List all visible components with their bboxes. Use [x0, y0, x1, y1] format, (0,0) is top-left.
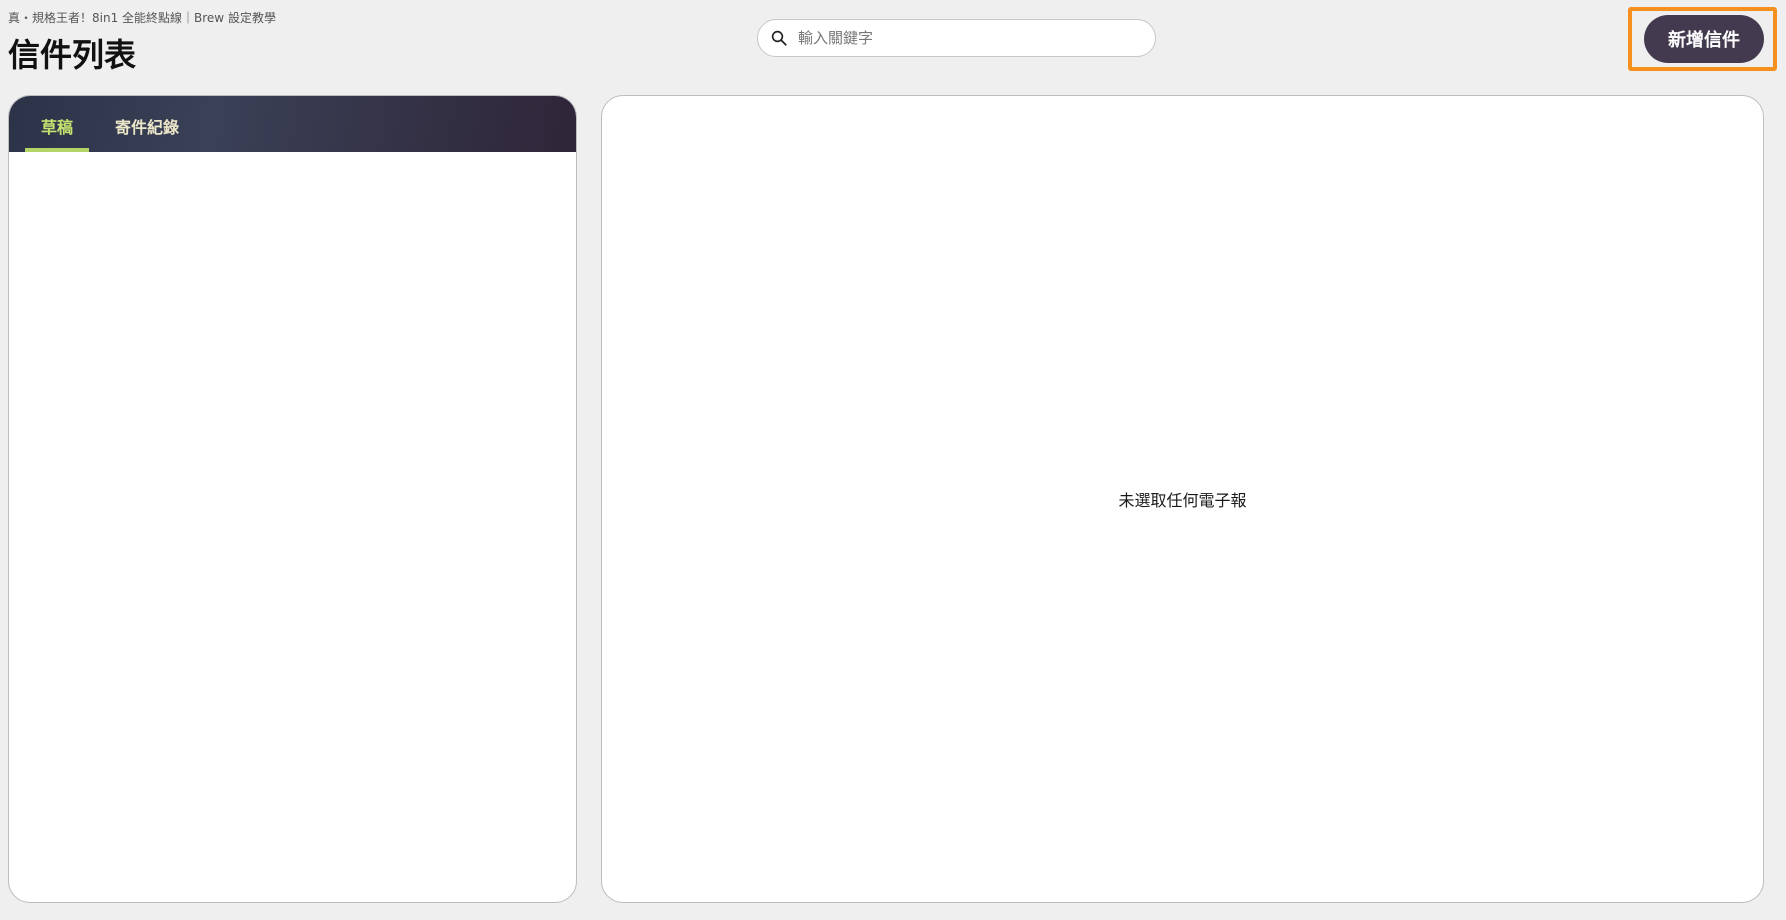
tab-sent-history[interactable]: 寄件紀錄: [97, 96, 197, 152]
search-icon: [771, 30, 787, 46]
tab-bar: 草稿 寄件紀錄: [9, 96, 576, 152]
mail-list-body: [9, 152, 576, 902]
empty-state-message: 未選取任何電子報: [1118, 491, 1247, 510]
tab-drafts[interactable]: 草稿: [25, 96, 89, 152]
mail-list-panel: 草稿 寄件紀錄: [8, 95, 577, 903]
mail-list-page: 真・規格王者！8in1 全能終點線｜Brew 設定教學 信件列表 新增信件 草稿…: [0, 0, 1786, 920]
breadcrumb[interactable]: 真・規格王者！8in1 全能終點線｜Brew 設定教學: [8, 9, 276, 26]
page-title: 信件列表: [8, 36, 137, 74]
new-mail-button[interactable]: 新增信件: [1644, 15, 1764, 63]
newsletter-preview-panel: 未選取任何電子報: [601, 95, 1764, 903]
search-input[interactable]: [798, 29, 1138, 47]
search-box[interactable]: [757, 19, 1156, 57]
